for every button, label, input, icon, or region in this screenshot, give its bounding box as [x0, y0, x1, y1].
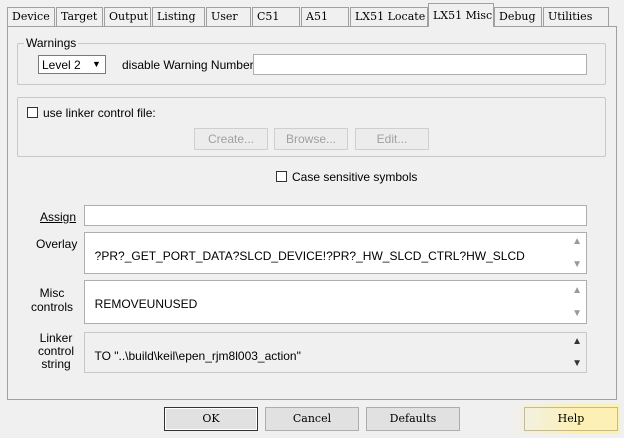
scroll-up-icon[interactable]: ▲ [572, 236, 582, 247]
warning-level-select[interactable]: Level 2 ▼ [38, 55, 106, 74]
overlay-text: ?PR?_GET_PORT_DATA?SLCD_DEVICE!?PR?_HW_S… [94, 249, 525, 263]
edit-button[interactable]: Edit... [355, 128, 429, 150]
disable-warnings-label: disable Warning Numbers: [122, 58, 263, 72]
scroll-up-icon[interactable]: ▲ [572, 285, 582, 296]
warning-level-value: Level 2 [42, 58, 81, 72]
browse-button[interactable]: Browse... [274, 128, 348, 150]
tab-utilities[interactable]: Utilities [543, 7, 609, 26]
tab-device[interactable]: Device [7, 7, 55, 26]
help-button[interactable]: Help [524, 407, 618, 431]
misc-label-line1: Misc [39, 286, 65, 300]
use-linker-control-label: use linker control file: [43, 106, 156, 120]
linker-control-string-label: Linker control string [20, 332, 92, 371]
tab-lx51-misc[interactable]: LX51 Misc [428, 3, 494, 27]
defaults-button[interactable]: Defaults [366, 407, 460, 431]
case-sensitive-label: Case sensitive symbols [292, 170, 418, 184]
tab-target[interactable]: Target [56, 7, 103, 26]
scroll-down-icon[interactable]: ▼ [572, 259, 582, 270]
disable-warnings-input[interactable] [253, 54, 587, 75]
ok-button[interactable]: OK [164, 407, 258, 431]
assign-input[interactable] [84, 205, 587, 226]
tab-output[interactable]: Output [104, 7, 151, 26]
cancel-button[interactable]: Cancel [265, 407, 359, 431]
use-linker-control-checkbox[interactable] [27, 107, 38, 118]
linker-string-scrollbar[interactable]: ▲ ▼ [570, 333, 586, 372]
tab-lx51-locate[interactable]: LX51 Locate [350, 7, 428, 26]
linker-control-string-field[interactable]: TO "..\build\keil\epen_rjm8l003_action" … [84, 332, 587, 373]
chevron-down-icon[interactable]: ▼ [89, 57, 104, 72]
linker-control-string-text: TO "..\build\keil\epen_rjm8l003_action" [94, 349, 301, 363]
scroll-up-icon[interactable]: ▲ [572, 336, 582, 347]
misc-label-line2: controls [30, 300, 74, 314]
tab-a51[interactable]: A51 [301, 7, 349, 26]
case-sensitive-checkbox[interactable] [276, 171, 287, 182]
create-button[interactable]: Create... [194, 128, 268, 150]
misc-controls-label: Misc controls [20, 286, 84, 314]
misc-controls-input[interactable]: REMOVEUNUSED ▲ ▼ [84, 280, 587, 324]
assign-label: Assign [40, 210, 77, 224]
misc-controls-text: REMOVEUNUSED [94, 297, 198, 311]
tab-listing[interactable]: Listing [152, 7, 205, 26]
linker-label-line3: string [41, 357, 71, 371]
scroll-down-icon[interactable]: ▼ [572, 358, 582, 369]
overlay-input[interactable]: ?PR?_GET_PORT_DATA?SLCD_DEVICE!?PR?_HW_S… [84, 232, 587, 274]
misc-scrollbar[interactable]: ▲ ▼ [570, 281, 586, 323]
overlay-scrollbar[interactable]: ▲ ▼ [570, 233, 586, 273]
tab-user[interactable]: User [206, 7, 251, 26]
tab-c51[interactable]: C51 [252, 7, 300, 26]
tab-debug[interactable]: Debug [494, 7, 542, 26]
warnings-legend: Warnings [24, 36, 79, 50]
overlay-label: Overlay [36, 237, 78, 251]
scroll-down-icon[interactable]: ▼ [572, 308, 582, 319]
